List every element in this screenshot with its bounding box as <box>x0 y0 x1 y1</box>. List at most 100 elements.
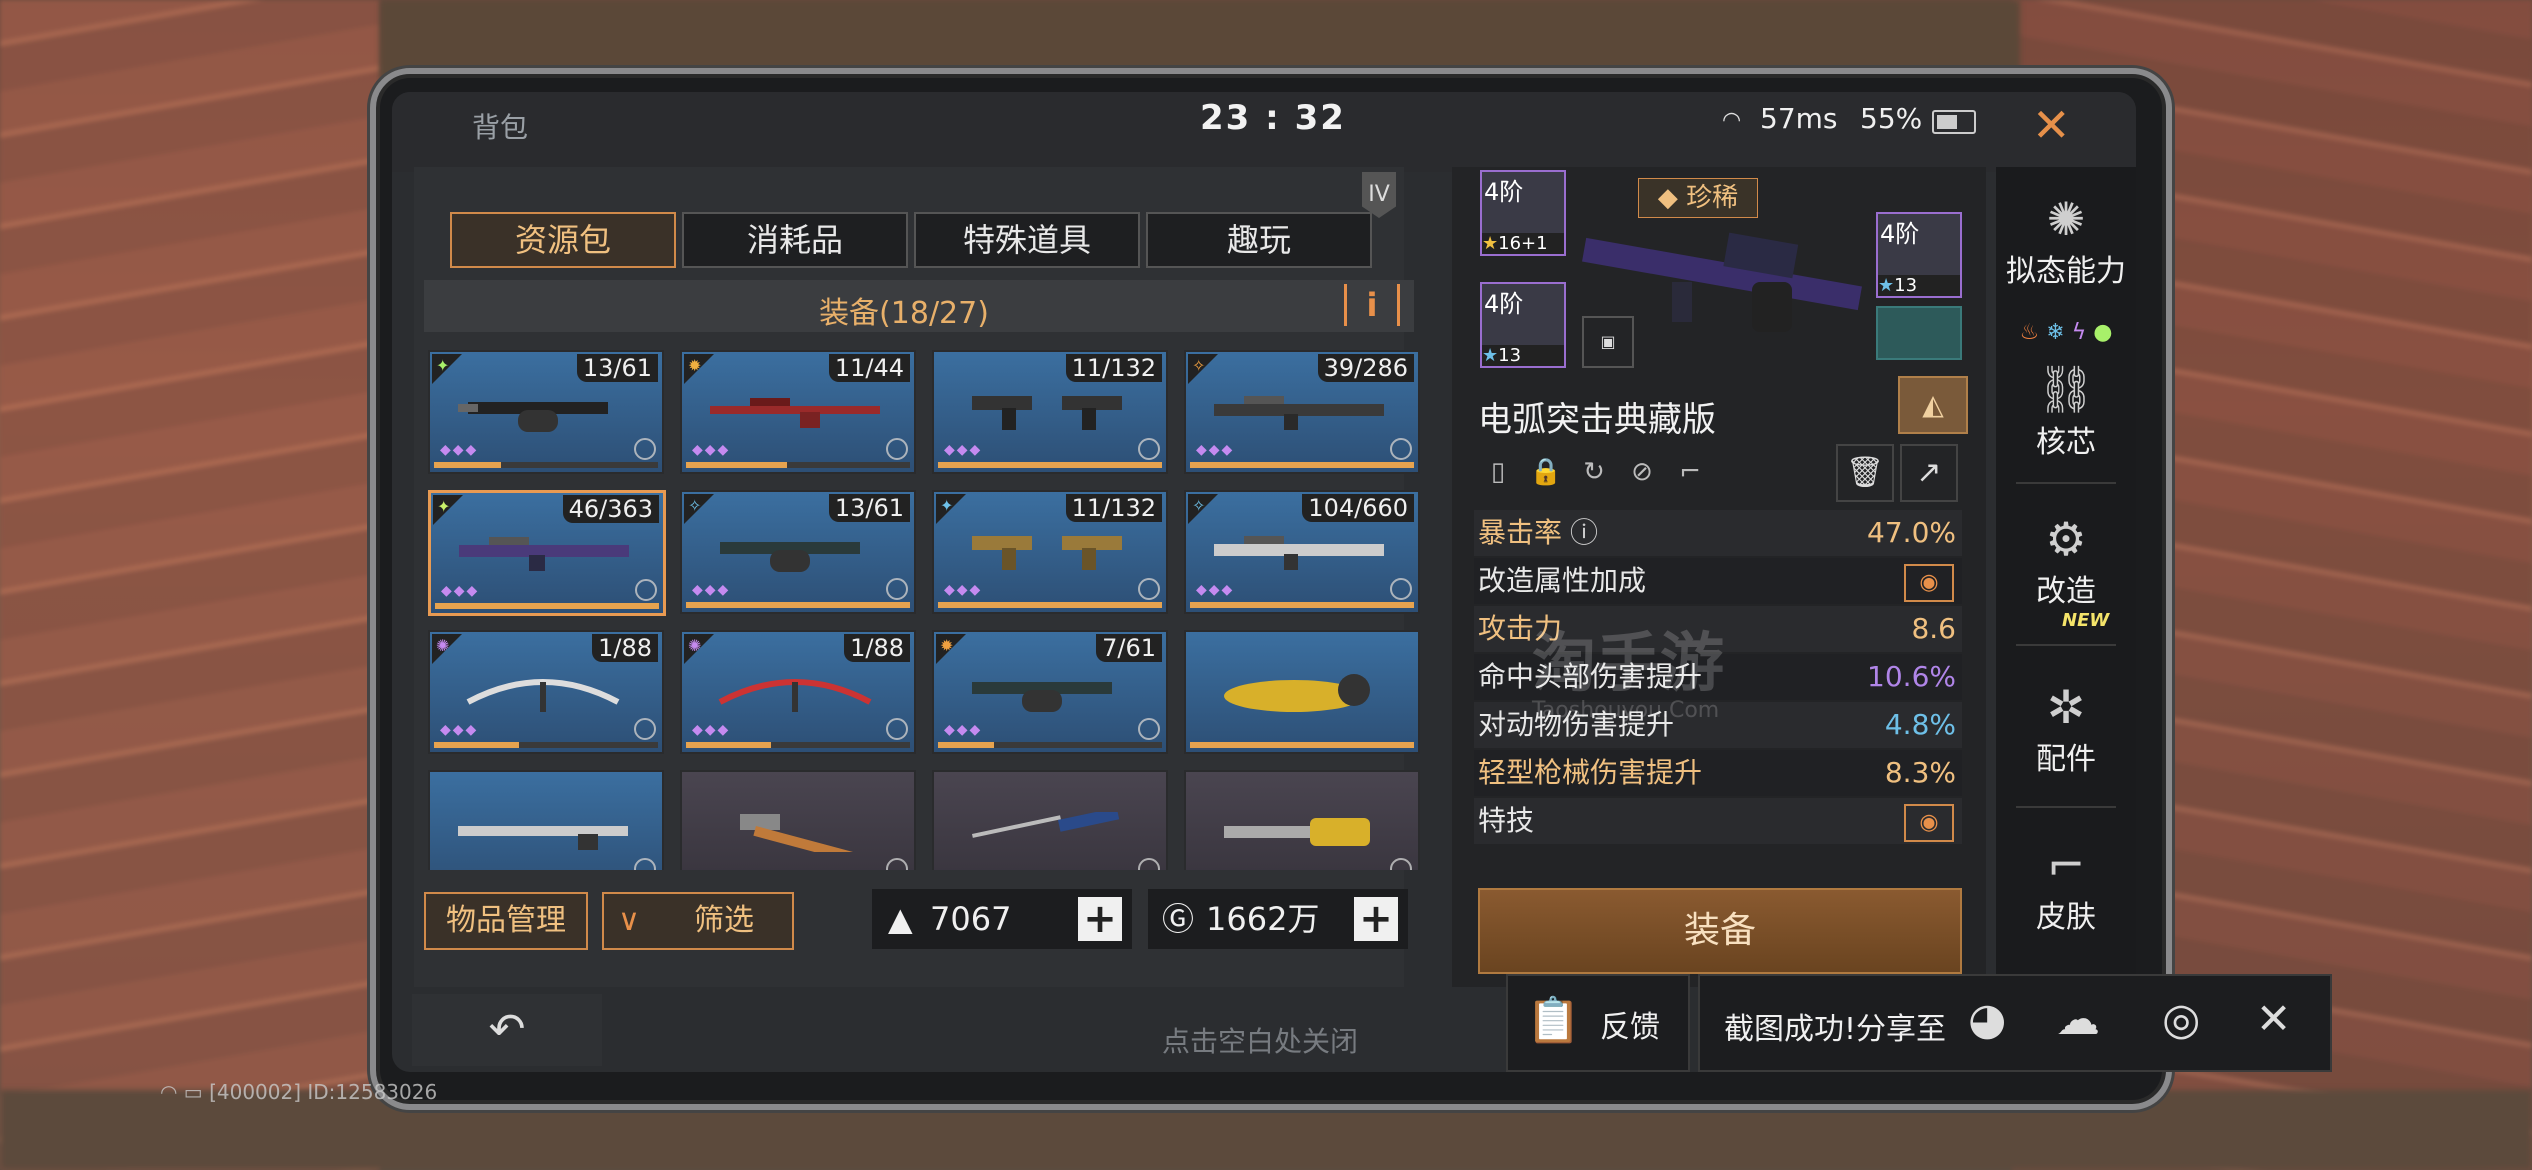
item-card[interactable]: 11/132 ◆◆◆ <box>932 350 1168 474</box>
lock-icon <box>1390 578 1412 600</box>
feedback-label: 反馈 <box>1600 1010 1660 1045</box>
item-card[interactable]: ✧ 13/61 ◆◆◆ <box>680 490 916 614</box>
durability-bar <box>1190 742 1414 748</box>
share-icon[interactable]: ↗ <box>1900 444 1958 502</box>
block-icon[interactable]: ⊘ <box>1622 452 1662 492</box>
lock-icon <box>886 578 908 600</box>
add-currency-1-button[interactable]: + <box>1078 897 1122 941</box>
refresh-icon[interactable]: ↻ <box>1574 452 1614 492</box>
info-icon[interactable]: i <box>1344 284 1400 326</box>
item-card[interactable]: ✺ 1/88 ◆◆◆ <box>680 630 916 754</box>
modify-icon: ⚙ <box>2045 512 2087 566</box>
item-card[interactable]: ✦ 11/132 ◆◆◆ <box>932 490 1168 614</box>
rarity-dots: ◆◆◆ <box>944 582 983 598</box>
item-card[interactable] <box>1184 770 1420 870</box>
durability-bar <box>434 742 658 748</box>
tab-special-items[interactable]: 特殊道具 <box>914 212 1140 268</box>
item-card[interactable] <box>680 770 916 870</box>
back-arrow-icon[interactable]: ↶ <box>412 994 602 1066</box>
assault-rifle-icon <box>1214 396 1384 430</box>
item-manage-button[interactable]: 物品管理 <box>424 892 588 950</box>
close-toast-icon[interactable]: ✕ <box>2256 994 2291 1043</box>
skin-icon: ⌐ <box>2046 838 2086 892</box>
player-id: [400002] ID:12583026 <box>209 1080 438 1104</box>
attachment-slot[interactable]: 4阶 ★16+1 <box>1480 170 1566 256</box>
shape-icon[interactable]: ◭ <box>1898 376 1968 434</box>
info-icon[interactable]: ⓘ <box>1570 510 1598 556</box>
filter-icon: ∨ <box>618 903 640 938</box>
weibo-icon[interactable]: ◕ <box>1968 994 2006 1045</box>
durability-bar <box>1190 462 1414 468</box>
item-card[interactable]: ✧ 104/660 ◆◆◆ <box>1184 490 1420 614</box>
tab-consumables[interactable]: 消耗品 <box>682 212 908 268</box>
poison-icon: ● <box>2093 320 2113 345</box>
rarity-dots: ◆◆◆ <box>944 722 983 738</box>
item-card[interactable]: ✹ 11/44 ◆◆◆ <box>680 350 916 474</box>
sniper-rifle-icon <box>710 398 880 428</box>
filter-button[interactable]: ∨ 筛选 <box>602 892 794 950</box>
item-card-selected[interactable]: ✦ 46/363 ◆◆◆ <box>428 490 666 616</box>
stat-label: 轻型枪械伤害提升 <box>1478 756 1703 789</box>
item-card[interactable] <box>1184 630 1420 754</box>
item-card[interactable]: ✺ 1/88 ◆◆◆ <box>428 630 664 754</box>
trash-icon[interactable]: 🗑 <box>1836 444 1894 502</box>
watermark: 淘手游 <box>1532 627 1724 701</box>
attachment-slot[interactable]: 4阶 ★13 <box>1876 212 1962 298</box>
assault-rifle-icon <box>1214 536 1384 570</box>
rarity-dots: ◆◆◆ <box>1196 582 1235 598</box>
watermark-url: Taoshouyou.Com <box>1532 698 1720 723</box>
attachment-slot[interactable]: 4阶 ★13 <box>1480 282 1566 368</box>
item-card[interactable]: ✦ 13/61 ◆◆◆ <box>428 350 664 474</box>
durability-bar <box>938 462 1162 468</box>
item-card[interactable]: ✹ 7/61 ◆◆◆ <box>932 630 1168 754</box>
item-count: 11/132 <box>1065 354 1162 382</box>
wechat-icon[interactable]: ☁ <box>2056 994 2100 1045</box>
equip-button[interactable]: 装备 <box>1478 888 1962 974</box>
add-currency-2-button[interactable]: + <box>1354 897 1398 941</box>
sidenav-label: 配件 <box>2036 742 2096 777</box>
divider <box>2016 482 2116 484</box>
gun-icon[interactable]: ⌐ <box>1670 452 1710 492</box>
rarity-dots: ◆◆◆ <box>692 442 731 458</box>
divider <box>2016 644 2116 646</box>
crossbow-icon <box>466 679 620 712</box>
close-icon[interactable]: ✕ <box>2032 98 2071 152</box>
drum-rifle-icon <box>720 542 860 572</box>
item-count: 13/61 <box>576 354 658 382</box>
feedback-button[interactable]: 📋 反馈 <box>1506 974 1690 1072</box>
sidenav-skin[interactable]: ⌐ 皮肤 <box>1996 838 2136 936</box>
lock-icon <box>634 858 656 870</box>
sidenav-modify[interactable]: ⚙ 改造 <box>1996 512 2136 610</box>
sidenav-core[interactable]: ⛓ 核芯 <box>1996 362 2136 461</box>
lock-icon <box>1138 858 1160 870</box>
sidenav-label: 改造 <box>2036 574 2096 609</box>
stat-label: 暴击率 <box>1478 516 1563 549</box>
tab-fun[interactable]: 趣玩 <box>1146 212 1372 268</box>
rarity-dots: ◆◆◆ <box>1196 442 1235 458</box>
battery-icon <box>1932 110 1976 134</box>
sidenav-parts[interactable]: ✲ 配件 <box>1996 680 2136 778</box>
camera-icon[interactable]: ◎ <box>2162 994 2200 1045</box>
attachment-slot-empty[interactable] <box>1876 306 1962 360</box>
currency-box-1: ▲ 7067 + <box>872 889 1132 949</box>
category-header: 装备(18/27) i <box>424 280 1414 332</box>
tab-resource-pack[interactable]: 资源包 <box>450 212 676 268</box>
item-card[interactable] <box>932 770 1168 870</box>
filter-label: 筛选 <box>694 903 754 938</box>
sidenav-mimic-ability[interactable]: ✺ 拟态能力 <box>1996 192 2136 290</box>
eye-icon[interactable]: ◉ <box>1904 564 1954 602</box>
chainsaw-icon <box>1224 818 1370 846</box>
sidenav-label: 拟态能力 <box>2006 254 2126 289</box>
item-card[interactable]: ✧ 39/286 ◆◆◆ <box>1184 350 1420 474</box>
lock-icon[interactable]: 🔒 <box>1526 452 1566 492</box>
lock-icon <box>634 438 656 460</box>
lock-icon <box>1138 718 1160 740</box>
stat-value: 4.8% <box>1884 708 1956 741</box>
durability-bar <box>686 602 910 608</box>
screenshot-share-toast: 截图成功!分享至 ◕ ☁ ◎ ✕ <box>1698 974 2332 1072</box>
element-icon: ✧ <box>684 494 714 524</box>
eye-icon[interactable]: ◉ <box>1904 804 1954 842</box>
stat-value: 47.0% <box>1867 516 1956 549</box>
item-card[interactable] <box>428 770 664 870</box>
rarity-dots: ◆◆◆ <box>440 722 479 738</box>
